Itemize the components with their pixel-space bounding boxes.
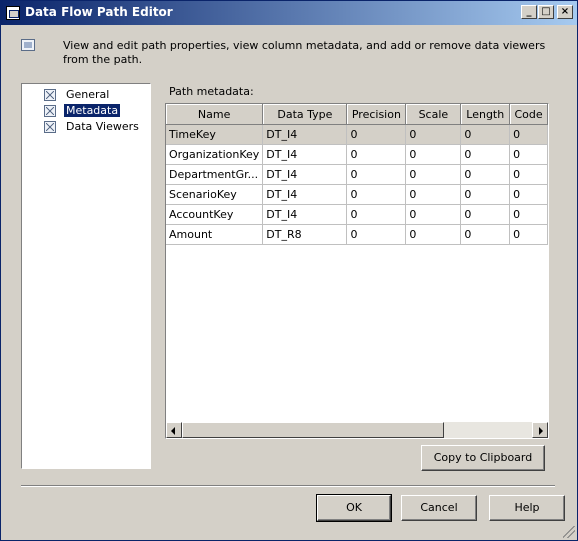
cell-name: OrganizationKey [166, 144, 264, 165]
cell-scale: 0 [405, 204, 462, 225]
cell-length: 0 [460, 144, 511, 165]
table-row[interactable]: TimeKey DT_I4 0 0 0 0 [166, 124, 548, 145]
title-bar[interactable]: Data Flow Path Editor _ □ × [1, 1, 577, 25]
cell-precision: 0 [346, 224, 407, 245]
table-row[interactable]: AccountKey DT_I4 0 0 0 0 [166, 204, 548, 225]
cell-precision: 0 [346, 164, 407, 185]
column-header-length[interactable]: Length [460, 104, 511, 125]
cell-scale: 0 [405, 144, 462, 165]
cell-name: TimeKey [166, 124, 264, 145]
path-metadata-label: Path metadata: [169, 85, 254, 98]
table-row[interactable]: Amount DT_R8 0 0 0 0 [166, 224, 548, 245]
table-row[interactable]: ScenarioKey DT_I4 0 0 0 0 [166, 184, 548, 205]
page-icon [44, 105, 56, 117]
cell-name: Amount [166, 224, 264, 245]
arrow-right-icon [539, 427, 543, 435]
page-icon [44, 89, 56, 101]
cell-precision: 0 [346, 144, 407, 165]
nav-item-metadata[interactable]: Metadata [44, 103, 144, 119]
help-button[interactable]: Help [489, 495, 565, 521]
cell-data-type: DT_I4 [262, 164, 348, 185]
page-icon [44, 121, 56, 133]
cell-data-type: DT_I4 [262, 144, 348, 165]
cell-length: 0 [460, 124, 511, 145]
cell-scale: 0 [405, 184, 462, 205]
cell-code: 0 [509, 224, 548, 245]
dialog-window: Data Flow Path Editor _ □ × View and edi… [0, 0, 578, 541]
table-row[interactable]: DepartmentGr... DT_I4 0 0 0 0 [166, 164, 548, 185]
close-button[interactable]: × [557, 5, 573, 19]
metadata-grid: Name Data Type Precision Scale Length Co… [165, 103, 549, 439]
column-header-code[interactable]: Code [509, 104, 548, 125]
scroll-thumb[interactable] [182, 422, 444, 438]
separator [21, 485, 555, 487]
cell-code: 0 [509, 144, 548, 165]
nav-item-data-viewers[interactable]: Data Viewers [44, 119, 144, 135]
cell-code: 0 [509, 164, 548, 185]
column-header-scale[interactable]: Scale [405, 104, 462, 125]
cell-length: 0 [460, 224, 511, 245]
navigation-tree: General Metadata Data Viewers [21, 83, 151, 469]
editor-icon [21, 39, 35, 51]
cell-name: ScenarioKey [166, 184, 264, 205]
cell-scale: 0 [405, 164, 462, 185]
cell-data-type: DT_I4 [262, 184, 348, 205]
scroll-right-button[interactable] [532, 422, 548, 438]
cell-scale: 0 [405, 224, 462, 245]
cell-name: AccountKey [166, 204, 264, 225]
cell-precision: 0 [346, 204, 407, 225]
cell-scale: 0 [405, 124, 462, 145]
cancel-button[interactable]: Cancel [401, 495, 477, 521]
nav-item-label: Metadata [62, 103, 122, 118]
cell-code: 0 [509, 204, 548, 225]
window-title: Data Flow Path Editor [25, 5, 173, 19]
cell-precision: 0 [346, 124, 407, 145]
column-header-precision[interactable]: Precision [346, 104, 407, 125]
arrow-left-icon [171, 427, 175, 435]
minimize-button[interactable]: _ [521, 5, 537, 19]
cell-name: DepartmentGr... [166, 164, 264, 185]
scroll-left-button[interactable] [166, 422, 182, 438]
ok-button[interactable]: OK [316, 494, 392, 522]
resize-grip[interactable] [563, 526, 575, 538]
cell-length: 0 [460, 204, 511, 225]
column-header-name[interactable]: Name [166, 104, 264, 125]
description-text: View and edit path properties, view colu… [63, 39, 546, 66]
metadata-table: Name Data Type Precision Scale Length Co… [166, 104, 548, 245]
column-header-data-type[interactable]: Data Type [262, 104, 348, 125]
cell-precision: 0 [346, 184, 407, 205]
maximize-button[interactable]: □ [538, 5, 554, 19]
cell-data-type: DT_I4 [262, 204, 348, 225]
app-icon [6, 6, 20, 20]
table-row[interactable]: OrganizationKey DT_I4 0 0 0 0 [166, 144, 548, 165]
nav-item-label: General [66, 88, 110, 101]
cell-data-type: DT_I4 [262, 124, 348, 145]
cell-length: 0 [460, 164, 511, 185]
cell-data-type: DT_R8 [262, 224, 348, 245]
header-row: Name Data Type Precision Scale Length Co… [166, 104, 548, 125]
cell-code: 0 [509, 184, 548, 205]
nav-item-general[interactable]: General [44, 87, 144, 103]
nav-item-label: Data Viewers [66, 120, 139, 133]
horizontal-scrollbar[interactable] [166, 422, 548, 438]
copy-to-clipboard-button[interactable]: Copy to Clipboard [421, 445, 545, 471]
cell-code: 0 [509, 124, 548, 145]
cell-length: 0 [460, 184, 511, 205]
